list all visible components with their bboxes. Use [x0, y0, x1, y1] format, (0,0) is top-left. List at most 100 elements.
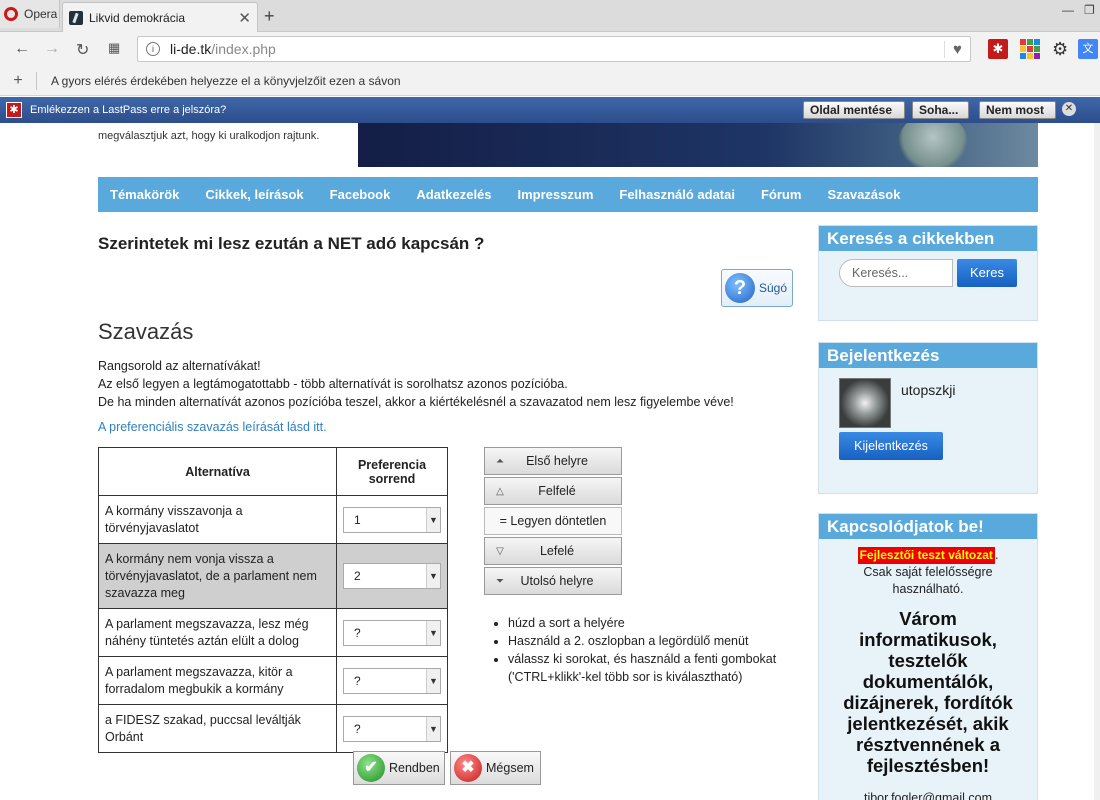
back-icon[interactable]: ← — [14, 40, 30, 58]
nav-item-adatkezeles[interactable]: Adatkezelés — [416, 187, 491, 202]
tip-item: Használd a 2. oszlopban a legördülő menü… — [508, 632, 802, 650]
alternative-text: A kormány nem vonja vissza a törvényjava… — [98, 543, 337, 609]
url-path: /index.php — [211, 41, 276, 57]
tip-item: húzd a sort a helyére — [508, 614, 802, 632]
nav-item-forum[interactable]: Fórum — [761, 187, 801, 202]
alternative-text: a FIDESZ szakad, puccsal leváltják Orbán… — [98, 704, 337, 753]
table-row[interactable]: A parlament megszavazza, lesz még náhény… — [98, 608, 448, 657]
site-info-icon[interactable]: i — [146, 42, 160, 56]
nav-item-temakorok[interactable]: Témakörök — [110, 187, 179, 202]
table-row[interactable]: a FIDESZ szakad, puccsal leváltják Orbán… — [98, 704, 448, 753]
main-navigation: Témakörök Cikkek, leírások Facebook Adat… — [98, 177, 1038, 212]
instructions: Rangsorold az alternatívákat! Az első le… — [98, 357, 734, 411]
preferential-voting-link[interactable]: A preferenciális szavazás leírását lásd … — [98, 420, 327, 434]
nav-item-cikkek[interactable]: Cikkek, leírások — [205, 187, 303, 202]
move-up-button[interactable]: △ Felfelé — [484, 477, 622, 505]
url-host: li-de.tk — [170, 41, 212, 57]
speed-dial-icon[interactable]: ▦ — [108, 40, 120, 56]
alternative-text: A kormány visszavonja a törvényjavaslato… — [98, 495, 337, 544]
alternative-text: A parlament megszavazza, kitör a forrada… — [98, 656, 337, 705]
alternative-text: A parlament megszavazza, lesz még náhény… — [98, 608, 337, 657]
ok-button[interactable]: ✔ Rendben — [353, 751, 445, 785]
login-box: Bejelentkezés utopszkji Kijelentkezés — [818, 342, 1038, 494]
move-down-label: Lefelé — [539, 544, 575, 558]
table-row-selected[interactable]: A kormány nem vonja vissza a törvényjava… — [98, 543, 448, 609]
scrollbar[interactable] — [1094, 123, 1100, 800]
rank-value: ? — [354, 673, 361, 688]
site-tagline: megválasztjuk azt, hogy ki uralkodjon ra… — [98, 130, 320, 142]
close-icon: ✖ — [454, 754, 482, 782]
move-first-button[interactable]: ⏶ Első helyre — [484, 447, 622, 475]
chevron-down-icon: ▼ — [426, 507, 440, 532]
instruction-line: Az első legyen a legtámogatottabb - több… — [98, 377, 568, 391]
gear-icon[interactable]: ⚙ — [1052, 39, 1072, 59]
nav-item-szavazasok[interactable]: Szavazások — [827, 187, 900, 202]
reload-icon[interactable]: ↻ — [76, 40, 89, 60]
move-down-button[interactable]: ▽ Lefelé — [484, 537, 622, 565]
rank-cell: ? ▼ — [336, 656, 448, 705]
nav-item-facebook[interactable]: Facebook — [330, 187, 391, 202]
close-notification-icon[interactable]: ✕ — [1062, 102, 1076, 116]
forward-icon[interactable]: → — [44, 40, 60, 58]
opera-menu-button[interactable]: Opera — [0, 0, 60, 28]
nav-item-felhasznalo-adatai[interactable]: Felhasználó adatai — [619, 187, 735, 202]
instruction-line: De ha minden alternatívát azonos pozíció… — [98, 395, 734, 409]
close-tab-icon[interactable]: ✕ — [238, 9, 251, 27]
chevron-down-icon: ▼ — [426, 620, 440, 645]
column-header-alternative: Alternatíva — [98, 447, 337, 496]
move-last-button[interactable]: ⏷ Utolsó helyre — [484, 567, 622, 595]
new-tab-icon[interactable]: + — [264, 6, 275, 27]
opera-menu-label: Opera — [24, 7, 58, 21]
rank-cell: 2 ▼ — [336, 543, 448, 609]
check-icon: ✔ — [357, 754, 385, 782]
rank-select[interactable]: 2 ▼ — [343, 563, 441, 589]
poll-question: Szerintetek mi lesz ezután a NET adó kap… — [98, 234, 485, 253]
double-down-icon: ⏷ — [496, 575, 504, 587]
apps-grid-icon[interactable] — [1020, 39, 1040, 59]
search-box-title: Keresés a cikkekben — [819, 226, 1037, 251]
translate-icon[interactable]: 文 — [1078, 39, 1098, 59]
tip-item: válassz ki sorokat, és használd a fenti … — [508, 650, 802, 686]
save-site-button[interactable]: Oldal mentése — [803, 101, 905, 119]
tie-button[interactable]: = Legyen döntetlen — [484, 507, 622, 535]
join-box-title: Kapcsolódjatok be! — [819, 514, 1037, 539]
lastpass-extension-icon[interactable]: ✱ — [988, 39, 1008, 59]
nav-item-impresszum[interactable]: Impresszum — [518, 187, 594, 202]
alternatives-table: Alternatíva Preferencia sorrend A kormán… — [98, 447, 448, 753]
search-input[interactable]: Keresés... — [839, 259, 953, 287]
lastpass-notification-bar: ✱ Emlékezzen a LastPass erre a jelszóra?… — [0, 97, 1100, 123]
chevron-down-icon: ▼ — [426, 564, 440, 588]
minimize-icon[interactable]: — — [1062, 3, 1074, 17]
add-bookmark-icon[interactable]: + — [0, 72, 36, 90]
tips-list: húzd a sort a helyére Használd a 2. oszl… — [492, 614, 802, 686]
table-row[interactable]: A kormány visszavonja a törvényjavaslato… — [98, 495, 448, 544]
double-up-icon: ⏶ — [496, 455, 504, 467]
logout-button[interactable]: Kijelentkezés — [839, 432, 943, 460]
never-button[interactable]: Soha... — [912, 101, 969, 119]
move-last-label: Utolsó helyre — [520, 574, 594, 588]
rank-value: ? — [354, 625, 361, 640]
heart-icon[interactable]: ♥ — [944, 40, 970, 58]
move-first-label: Első helyre — [526, 454, 588, 468]
help-button[interactable]: ? Súgó — [721, 269, 793, 307]
restore-icon[interactable]: ❐ — [1084, 3, 1095, 17]
cancel-button[interactable]: ✖ Mégsem — [450, 751, 541, 785]
bookmarks-bar: + A gyors elérés érdekében helyezze el a… — [0, 66, 1100, 96]
opera-logo-icon — [4, 7, 18, 21]
rank-select[interactable]: ? ▼ — [343, 667, 441, 694]
tie-label: = Legyen döntetlen — [499, 514, 607, 528]
rank-select[interactable]: ? ▼ — [343, 715, 441, 742]
not-now-button[interactable]: Nem most — [979, 101, 1056, 119]
tab-likvid-demokracia[interactable]: Likvid demokrácia ✕ — [62, 2, 258, 32]
lastpass-prompt: Emlékezzen a LastPass erre a jelszóra? — [30, 104, 227, 116]
contact-email[interactable]: tibor.fogler@gmail.com — [829, 790, 1027, 800]
instruction-line: Rangsorold az alternatívákat! — [98, 359, 261, 373]
rank-cell: ? ▼ — [336, 704, 448, 753]
search-button[interactable]: Keres — [957, 259, 1017, 287]
table-row[interactable]: A parlament megszavazza, kitör a forrada… — [98, 656, 448, 705]
address-field[interactable]: i li-de.tk/index.php ♥ — [137, 36, 971, 62]
rank-select[interactable]: 1 ▼ — [343, 506, 441, 533]
rank-cell: ? ▼ — [336, 608, 448, 657]
username: utopszkji — [901, 382, 956, 398]
rank-select[interactable]: ? ▼ — [343, 619, 441, 646]
